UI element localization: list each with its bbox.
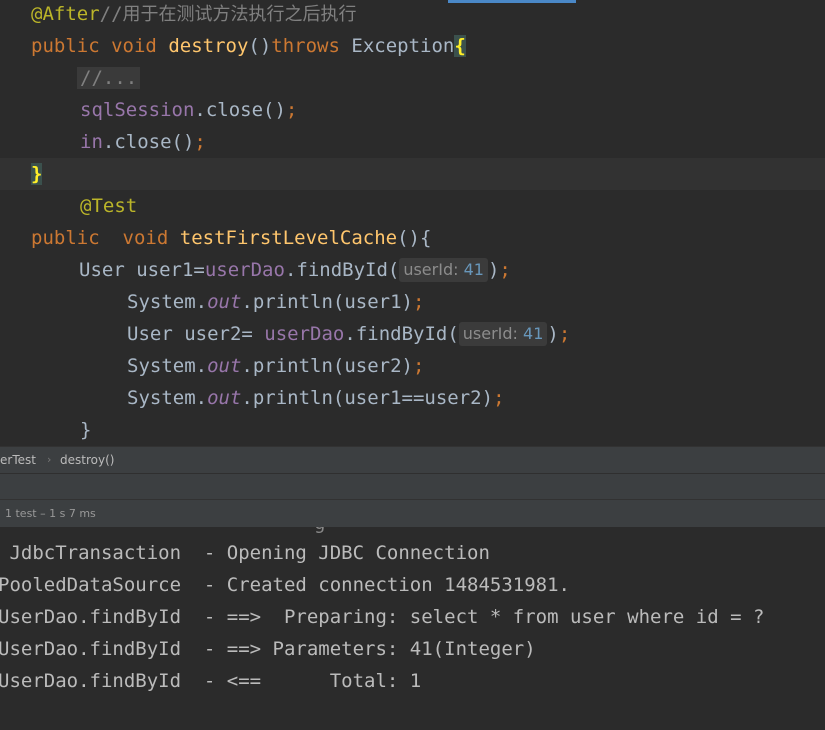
console-line: JdbcTransaction - Opening JDBC Connectio… [0, 537, 490, 569]
close-paren: ) [487, 259, 500, 281]
user2-var: user2= [184, 323, 265, 345]
user-type: User [127, 323, 173, 345]
system-class: System. [127, 291, 208, 313]
console-line: PooledDataSource - Created connection 14… [0, 569, 570, 601]
findbyid-call: .findById( [344, 323, 459, 345]
user-type: User [79, 259, 125, 281]
code-line-user2-assign[interactable]: User user2= userDao.findById(userId: 41)… [0, 318, 825, 350]
out-field: out [207, 387, 242, 409]
after-annotation: @After [31, 3, 100, 25]
console-line: UserDao.findById - <== Total: 1 [0, 665, 421, 697]
void-keyword: void [111, 35, 157, 57]
code-line-test-annotation[interactable]: @Test [0, 190, 825, 222]
userdao-field: userDao [204, 259, 285, 281]
comment-text: 用于在测试方法执行之后执行 [122, 4, 357, 25]
public-keyword: public [31, 35, 100, 57]
breadcrumb-class[interactable]: erTest [0, 447, 36, 473]
in-field: in [80, 131, 103, 153]
code-line-in-close[interactable]: in.close(); [0, 126, 825, 158]
log-message: - ==> Parameters: 41(Integer) [192, 638, 536, 660]
close-brace-highlight: } [31, 163, 43, 185]
void-keyword: void [122, 227, 169, 249]
throws-keyword: throws [271, 35, 340, 57]
code-editor[interactable]: @After//用于在测试方法执行之后执行 public void destro… [0, 0, 825, 446]
hint-name: userId: [403, 260, 459, 279]
code-line-println-user2[interactable]: System.out.println(user2); [0, 350, 825, 382]
parameter-hint: userId: 41 [399, 258, 488, 282]
folded-comment[interactable]: //... [77, 67, 141, 89]
findbyid-call: .findById( [284, 259, 400, 281]
log-message: - Opening JDBC Connection [192, 542, 490, 564]
semicolon: ; [499, 259, 511, 281]
open-brace-highlight: { [454, 35, 466, 57]
hint-value: 41 [463, 260, 484, 279]
code-line-method-close-brace[interactable]: } [0, 414, 825, 446]
code-line-println-compare[interactable]: System.out.println(user1==user2); [0, 382, 825, 414]
breadcrumb-method[interactable]: destroy() [60, 447, 114, 473]
run-status-bar: 1 test – 1 s 7 ms [0, 499, 825, 528]
code-line-destroy-signature[interactable]: public void destroy()throws Exception{ [0, 30, 825, 62]
log-message: - Created connection 1484531981. [192, 574, 570, 596]
println-call: .println(user2) [241, 355, 413, 377]
code-line-close-brace-current[interactable]: } [0, 158, 825, 190]
params-open-brace: (){ [397, 227, 432, 249]
code-line-println-user1[interactable]: System.out.println(user1); [0, 286, 825, 318]
params: () [248, 35, 272, 57]
semicolon: ; [285, 99, 298, 121]
exception-type: Exception [351, 35, 455, 57]
out-field: out [207, 355, 242, 377]
console-line: UserDao.findById - ==> Parameters: 41(In… [0, 633, 536, 665]
log-logger: UserDao.findById [0, 670, 193, 692]
console-line: UserDao.findById - ==> Preparing: select… [0, 601, 764, 633]
close-brace: } [80, 419, 92, 441]
close-paren: ) [547, 323, 559, 345]
log-message: - ==> Preparing: select * from user wher… [192, 606, 765, 628]
println-call: .println(user1) [241, 291, 413, 313]
semicolon: ; [413, 355, 425, 377]
log-logger: PooledDataSource [0, 574, 193, 596]
close-call: .close() [102, 131, 195, 153]
log-logger: UserDao.findById [0, 606, 193, 628]
semicolon: ; [194, 131, 206, 153]
comment-slashes: // [99, 3, 123, 25]
user1-var: user1= [136, 259, 205, 281]
semicolon: ; [558, 323, 571, 345]
code-line-test-signature[interactable]: public void testFirstLevelCache(){ [0, 222, 825, 254]
log-message: - <== Total: 1 [192, 670, 422, 692]
hint-value: 41 [523, 324, 544, 343]
test-annotation: @Test [80, 195, 138, 217]
code-line-folded-comment[interactable]: //... [0, 62, 825, 94]
semicolon: ; [413, 291, 425, 313]
close-call: .close() [194, 99, 286, 121]
breadcrumb: erTest › destroy() [0, 446, 825, 474]
sqlsession-field: sqlSession [80, 99, 195, 121]
log-logger: UserDao.findById [0, 638, 193, 660]
method-name-destroy: destroy [168, 35, 249, 57]
run-toolbar [0, 473, 825, 500]
system-class: System. [127, 355, 208, 377]
code-line-sqlsession-close[interactable]: sqlSession.close(); [0, 94, 825, 126]
console-output[interactable]: g JdbcTransaction - Opening JDBC Connect… [0, 527, 825, 730]
out-field: out [207, 291, 242, 313]
parameter-hint: userId: 41 [458, 322, 548, 346]
semicolon: ; [493, 387, 505, 409]
public-keyword: public [31, 227, 100, 249]
log-logger: JdbcTransaction [0, 542, 193, 564]
code-line-after-annotation[interactable]: @After//用于在测试方法执行之后执行 [0, 0, 825, 30]
test-status-text: 1 test – 1 s 7 ms [5, 507, 96, 520]
userdao-field: userDao [264, 323, 345, 345]
hint-name: userId: [462, 324, 518, 343]
breadcrumb-separator: › [47, 453, 52, 466]
system-class: System. [127, 387, 208, 409]
code-line-user1-assign[interactable]: User user1=userDao.findById(userId: 41); [0, 254, 825, 286]
method-name-testfirstlevelcache: testFirstLevelCache [179, 227, 398, 249]
println-call: .println(user1==user2) [241, 387, 494, 409]
